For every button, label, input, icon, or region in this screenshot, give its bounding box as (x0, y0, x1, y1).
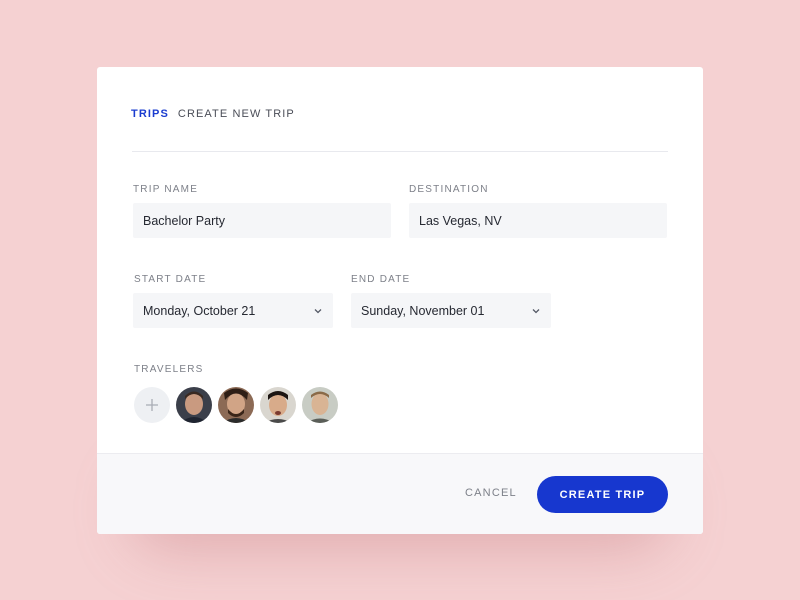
traveler-avatar[interactable] (218, 387, 254, 423)
dialog-footer: CANCEL CREATE TRIP (97, 453, 703, 534)
end-date-label: END DATE (351, 274, 411, 285)
destination-value: Las Vegas, NV (419, 213, 502, 228)
breadcrumb-trips-link[interactable]: TRIPS (131, 108, 169, 120)
create-trip-button[interactable]: CREATE TRIP (537, 476, 668, 513)
end-date-value: Sunday, November 01 (361, 303, 485, 318)
traveler-avatar[interactable] (176, 387, 212, 423)
trip-name-label: TRIP NAME (133, 184, 199, 195)
trip-name-value: Bachelor Party (143, 213, 225, 228)
traveler-avatar[interactable] (302, 387, 338, 423)
add-traveler-button[interactable] (134, 387, 170, 423)
start-date-select[interactable]: Monday, October 21 (133, 293, 333, 328)
chevron-down-icon (313, 306, 323, 316)
travelers-list (134, 387, 338, 423)
plus-icon (146, 399, 158, 411)
destination-label: DESTINATION (409, 184, 489, 195)
breadcrumb-current-page: CREATE NEW TRIP (177, 108, 295, 120)
start-date-label: START DATE (134, 274, 207, 285)
breadcrumb: TRIPS CREATE NEW TRIP (131, 108, 295, 120)
chevron-down-icon (531, 306, 541, 316)
travelers-label: TRAVELERS (134, 364, 204, 375)
end-date-select[interactable]: Sunday, November 01 (351, 293, 551, 328)
traveler-avatar[interactable] (260, 387, 296, 423)
header-divider (132, 151, 668, 152)
start-date-value: Monday, October 21 (143, 303, 256, 318)
create-trip-dialog: TRIPS CREATE NEW TRIP TRIP NAME Bachelor… (97, 67, 703, 534)
trip-name-field[interactable]: Bachelor Party (133, 203, 391, 238)
cancel-button[interactable]: CANCEL (465, 487, 517, 499)
destination-field[interactable]: Las Vegas, NV (409, 203, 667, 238)
